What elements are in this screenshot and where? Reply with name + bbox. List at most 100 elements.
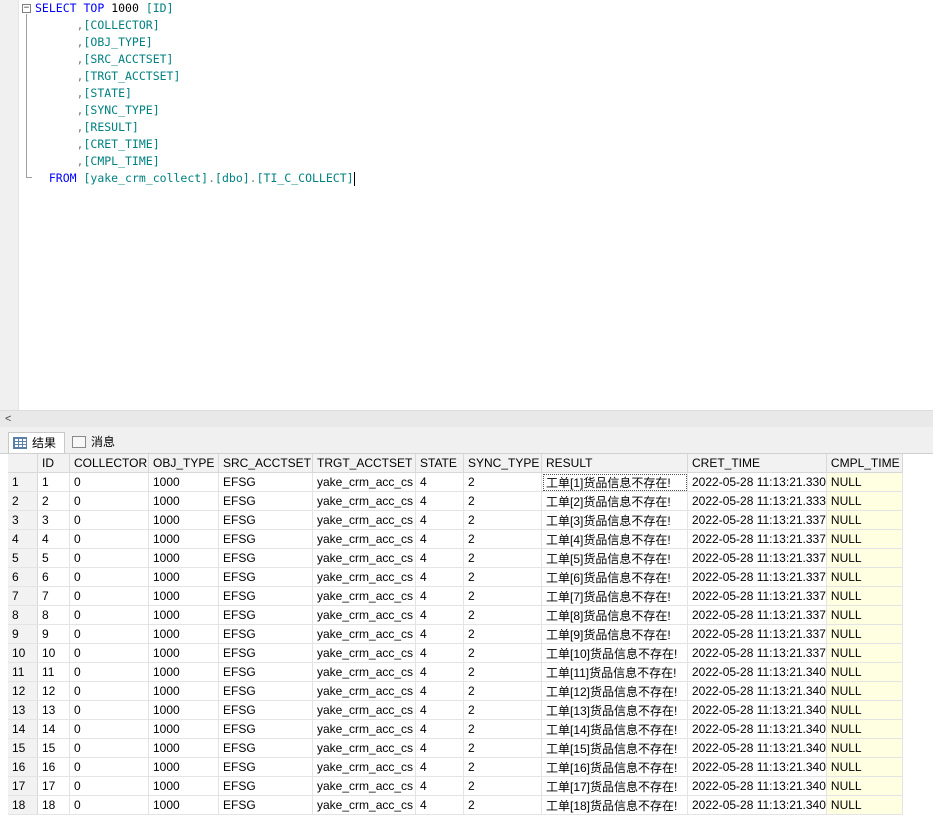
table-cell[interactable]: 11 (37, 662, 70, 682)
code-line[interactable]: ,[RESULT] (35, 119, 139, 136)
table-cell[interactable]: 1000 (148, 529, 219, 549)
table-cell[interactable]: EFSG (218, 567, 313, 587)
table-cell[interactable]: yake_crm_acc_cs (312, 624, 416, 644)
table-cell[interactable]: 9 (37, 624, 70, 644)
table-cell[interactable]: 2022-05-28 11:13:21.330 (687, 472, 827, 492)
table-cell[interactable]: 2022-05-28 11:13:21.340 (687, 662, 827, 682)
table-cell[interactable]: 13 (37, 700, 70, 720)
table-cell[interactable]: 工单[4]货品信息不存在! (541, 529, 688, 549)
table-cell[interactable]: 2 (463, 738, 542, 758)
table-cell[interactable]: 12 (37, 681, 70, 701)
table-row[interactable]: 9 9 0 1000 EFSG yake_crm_acc_cs 4 2 工单[9]货品信息不存在… (8, 624, 903, 644)
table-cell[interactable]: 8 (37, 605, 70, 625)
table-cell[interactable]: 2 (463, 548, 542, 568)
table-cell[interactable]: 工单[3]货品信息不存在! (541, 510, 688, 530)
column-header[interactable]: TRGT_ACCTSET (312, 454, 416, 473)
table-cell[interactable]: 工单[18]货品信息不存在! (541, 795, 688, 815)
table-cell[interactable]: 0 (69, 548, 149, 568)
table-cell[interactable]: EFSG (218, 795, 313, 815)
table-cell[interactable]: 15 (37, 738, 70, 758)
table-cell[interactable]: NULL (826, 510, 903, 530)
table-cell[interactable]: 1000 (148, 738, 219, 758)
table-cell[interactable]: 1 (37, 472, 70, 492)
table-cell[interactable]: yake_crm_acc_cs (312, 510, 416, 530)
table-cell[interactable]: yake_crm_acc_cs (312, 643, 416, 663)
row-number[interactable]: 13 (8, 700, 38, 720)
table-cell[interactable]: 4 (37, 529, 70, 549)
table-cell[interactable]: 0 (69, 491, 149, 511)
table-cell[interactable]: 1000 (148, 776, 219, 796)
table-cell[interactable]: 工单[5]货品信息不存在! (541, 548, 688, 568)
results-grid[interactable]: ID COLLECTOR OBJ_TYPE SRC_ACCTSET TRGT_ACCTS… (8, 454, 933, 818)
table-cell[interactable]: NULL (826, 795, 903, 815)
table-cell[interactable]: 4 (415, 586, 464, 606)
table-row[interactable]: 10 10 0 1000 EFSG yake_crm_acc_cs 4 2 工单[10]货品信息… (8, 643, 903, 663)
table-cell[interactable]: 5 (37, 548, 70, 568)
table-row[interactable]: 15 15 0 1000 EFSG yake_crm_acc_cs 4 2 工单[15]货品信息… (8, 738, 903, 758)
table-cell[interactable]: EFSG (218, 510, 313, 530)
table-cell[interactable]: 工单[15]货品信息不存在! (541, 738, 688, 758)
collapse-icon[interactable]: − (22, 4, 31, 13)
table-cell[interactable]: 2 (463, 567, 542, 587)
table-cell[interactable]: 2 (463, 529, 542, 549)
table-cell[interactable]: 10 (37, 643, 70, 663)
table-cell[interactable]: 14 (37, 719, 70, 739)
table-cell[interactable]: 1000 (148, 757, 219, 777)
table-row[interactable]: 1 1 0 1000 EFSG yake_crm_acc_cs 4 2 工单[1]货品信息不存在… (8, 472, 903, 492)
table-cell[interactable]: 工单[2]货品信息不存在! (541, 491, 688, 511)
table-cell[interactable]: 2 (463, 719, 542, 739)
row-number[interactable]: 11 (8, 662, 38, 682)
table-cell[interactable]: 2022-05-28 11:13:21.340 (687, 776, 827, 796)
table-cell[interactable]: 0 (69, 510, 149, 530)
row-number[interactable]: 12 (8, 681, 38, 701)
row-number[interactable]: 15 (8, 738, 38, 758)
table-cell[interactable]: EFSG (218, 757, 313, 777)
table-cell[interactable]: 工单[16]货品信息不存在! (541, 757, 688, 777)
table-cell[interactable]: NULL (826, 472, 903, 492)
table-cell[interactable]: 4 (415, 510, 464, 530)
code-line[interactable]: SELECT TOP 1000 [ID] (35, 0, 174, 17)
table-cell[interactable]: yake_crm_acc_cs (312, 719, 416, 739)
table-row[interactable]: 18 18 0 1000 EFSG yake_crm_acc_cs 4 2 工单[18]货品信息… (8, 795, 903, 815)
table-cell[interactable]: 工单[8]货品信息不存在! (541, 605, 688, 625)
table-cell[interactable]: 工单[17]货品信息不存在! (541, 776, 688, 796)
table-row[interactable]: 17 17 0 1000 EFSG yake_crm_acc_cs 4 2 工单[17]货品信息… (8, 776, 903, 796)
table-cell[interactable]: EFSG (218, 681, 313, 701)
table-row[interactable]: 14 14 0 1000 EFSG yake_crm_acc_cs 4 2 工单[14]货品信息… (8, 719, 903, 739)
table-cell[interactable]: EFSG (218, 700, 313, 720)
row-number[interactable]: 8 (8, 605, 38, 625)
table-cell[interactable]: 2022-05-28 11:13:21.337 (687, 567, 827, 587)
table-cell[interactable]: NULL (826, 529, 903, 549)
row-number[interactable]: 14 (8, 719, 38, 739)
row-number-header[interactable] (8, 454, 38, 473)
table-cell[interactable]: 工单[13]货品信息不存在! (541, 700, 688, 720)
row-number[interactable]: 18 (8, 795, 38, 815)
table-cell[interactable]: 4 (415, 472, 464, 492)
table-cell[interactable]: 2022-05-28 11:13:21.340 (687, 757, 827, 777)
table-cell[interactable]: 4 (415, 624, 464, 644)
table-cell[interactable]: EFSG (218, 776, 313, 796)
row-number[interactable]: 3 (8, 510, 38, 530)
table-cell[interactable]: 1000 (148, 643, 219, 663)
table-cell[interactable]: EFSG (218, 529, 313, 549)
table-cell[interactable]: NULL (826, 719, 903, 739)
row-number[interactable]: 6 (8, 567, 38, 587)
table-cell[interactable]: EFSG (218, 719, 313, 739)
table-cell[interactable]: 1000 (148, 548, 219, 568)
table-cell[interactable]: NULL (826, 491, 903, 511)
table-cell[interactable]: 0 (69, 624, 149, 644)
code-line[interactable]: ,[SYNC_TYPE] (35, 102, 160, 119)
code-line[interactable]: ,[SRC_ACCTSET] (35, 51, 174, 68)
table-row[interactable]: 5 5 0 1000 EFSG yake_crm_acc_cs 4 2 工单[5]货品信息不存在… (8, 548, 903, 568)
table-cell[interactable]: 4 (415, 491, 464, 511)
table-cell[interactable]: 2022-05-28 11:13:21.340 (687, 738, 827, 758)
table-cell[interactable]: NULL (826, 624, 903, 644)
table-cell[interactable]: NULL (826, 738, 903, 758)
table-cell[interactable]: 工单[14]货品信息不存在! (541, 719, 688, 739)
table-cell[interactable]: 2 (463, 472, 542, 492)
table-cell[interactable]: 2 (463, 624, 542, 644)
row-number[interactable]: 9 (8, 624, 38, 644)
table-cell[interactable]: 17 (37, 776, 70, 796)
table-row[interactable]: 11 11 0 1000 EFSG yake_crm_acc_cs 4 2 工单[11]货品信息… (8, 662, 903, 682)
code-line[interactable]: ,[TRGT_ACCTSET] (35, 68, 181, 85)
